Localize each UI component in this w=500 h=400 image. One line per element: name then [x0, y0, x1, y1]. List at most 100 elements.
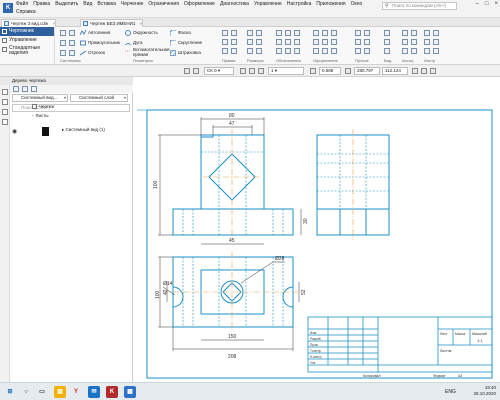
tab-drawing-unnamed[interactable]: Чертеж БЕЗ ИМЕНИ1 ×: [80, 19, 144, 27]
ribbon-tool-icon[interactable]: [247, 48, 253, 54]
cursor-y-field[interactable]: 112.124: [382, 67, 408, 75]
coord-system-select[interactable]: СК 0 ▾: [204, 67, 234, 75]
drawing-canvas[interactable]: 80 47 100 45 30 100 Ø28 Ø14 42 52 150 20…: [133, 77, 500, 382]
menu-file[interactable]: Файл: [16, 1, 28, 7]
ribbon-tool-icon[interactable]: [285, 39, 291, 45]
ribbon-tool-icon[interactable]: [247, 39, 253, 45]
ribbon-tool-icon[interactable]: [402, 48, 408, 54]
menu-diagnostics[interactable]: Диагностика: [220, 1, 249, 7]
zoom-fit-icon[interactable]: [421, 68, 427, 74]
mode-drafter[interactable]: Чертежник: [0, 27, 54, 36]
menu-constraints[interactable]: Ограничения: [148, 1, 178, 7]
ribbon-tool-icon[interactable]: [402, 30, 408, 36]
print-icon[interactable]: [69, 40, 75, 46]
ribbon-tool-icon[interactable]: [402, 39, 408, 45]
ribbon-tool-icon[interactable]: [424, 48, 430, 54]
ribbon-tool-icon[interactable]: [256, 30, 262, 36]
aux-line-button[interactable]: Вспомогательная прямая: [125, 47, 170, 57]
new-icon[interactable]: [60, 30, 66, 36]
layer-select[interactable]: 1 ▾: [268, 67, 304, 75]
search-icon[interactable]: ○: [20, 386, 32, 398]
ribbon-tool-icon[interactable]: [276, 39, 282, 45]
ribbon-tool-icon[interactable]: [355, 48, 361, 54]
save-icon[interactable]: [60, 40, 66, 46]
properties-icon[interactable]: [2, 109, 8, 115]
tree-item-drawing[interactable]: Чертеж: [32, 103, 54, 111]
arc-button[interactable]: Дуга: [125, 39, 142, 47]
menu-window[interactable]: Окно: [351, 1, 363, 7]
ribbon-tool-icon[interactable]: [384, 48, 390, 54]
menu-drawing[interactable]: Черчение: [121, 1, 144, 7]
ribbon-tool-icon[interactable]: [331, 39, 337, 45]
ribbon-tool-icon[interactable]: [364, 30, 370, 36]
filter-icon[interactable]: [13, 86, 19, 92]
zoom-icon[interactable]: [310, 68, 316, 74]
clock[interactable]: 19:40 28.10.2020: [473, 385, 496, 397]
ribbon-tool-icon[interactable]: [222, 30, 228, 36]
ribbon-tool-icon[interactable]: [247, 30, 253, 36]
ribbon-tool-icon[interactable]: [276, 48, 282, 54]
eye-icon[interactable]: ◉: [12, 128, 17, 135]
fillet-button[interactable]: Скругление: [170, 39, 202, 47]
tree-item-system-view[interactable]: ◉ ▸ Системный вид (1): [10, 126, 132, 137]
ribbon-tool-icon[interactable]: [285, 48, 291, 54]
windows-icon[interactable]: ⊞: [4, 386, 16, 398]
rectangle-button[interactable]: Прямоугольник: [80, 39, 120, 47]
circle-button[interactable]: Окружность: [125, 29, 158, 37]
ribbon-tool-icon[interactable]: [231, 30, 237, 36]
zoom-input[interactable]: 0.588: [319, 67, 341, 75]
menu-formatting[interactable]: Оформление: [184, 1, 215, 7]
ribbon-tool-icon[interactable]: [433, 39, 439, 45]
ribbon-tool-icon[interactable]: [411, 48, 417, 54]
layer-select[interactable]: Системный слой ▾: [70, 94, 128, 102]
library-icon[interactable]: [2, 119, 8, 125]
ribbon-tool-icon[interactable]: [411, 39, 417, 45]
expand-icon[interactable]: [31, 86, 37, 92]
mail-icon[interactable]: ✉: [88, 386, 100, 398]
yandex-icon[interactable]: Y: [70, 386, 82, 398]
ribbon-tool-icon[interactable]: [424, 39, 430, 45]
ribbon-tool-icon[interactable]: [384, 30, 390, 36]
ribbon-tool-icon[interactable]: [424, 30, 430, 36]
menu-settings[interactable]: Настройка: [287, 1, 312, 7]
minimize-button[interactable]: –: [476, 1, 479, 7]
redo-icon[interactable]: [69, 50, 75, 56]
mode-management[interactable]: Управление: [0, 36, 54, 45]
ribbon-tool-icon[interactable]: [222, 48, 228, 54]
kompas-icon[interactable]: K: [106, 386, 118, 398]
ribbon-tool-icon[interactable]: [322, 39, 328, 45]
menu-apps[interactable]: Приложения: [316, 1, 345, 7]
ribbon-tool-icon[interactable]: [285, 30, 291, 36]
layers-icon[interactable]: [258, 68, 264, 74]
ribbon-tool-icon[interactable]: [256, 48, 262, 54]
ribbon-tool-icon[interactable]: [433, 48, 439, 54]
app-logo-icon[interactable]: K: [3, 3, 13, 13]
task-view-icon[interactable]: ▭: [36, 386, 48, 398]
ribbon-tool-icon[interactable]: [294, 48, 300, 54]
menu-select[interactable]: Выделить: [55, 1, 78, 7]
ribbon-tool-icon[interactable]: [364, 39, 370, 45]
ortho-icon[interactable]: [240, 68, 246, 74]
ribbon-tool-icon[interactable]: [364, 48, 370, 54]
ribbon-tool-icon[interactable]: [322, 30, 328, 36]
segment-button[interactable]: Отрезок: [80, 49, 105, 57]
snap-icon[interactable]: [184, 68, 190, 74]
hatch-button[interactable]: Штриховка: [170, 49, 201, 57]
ribbon-tool-icon[interactable]: [276, 30, 282, 36]
open-icon[interactable]: [69, 30, 75, 36]
grid-icon[interactable]: [193, 68, 199, 74]
menu-help[interactable]: Справка: [16, 9, 36, 15]
close-tab-icon[interactable]: ×: [140, 21, 143, 26]
tab-drawing-3[interactable]: Чертеж 3 вид.cdw ×: [1, 19, 57, 27]
ribbon-tool-icon[interactable]: [313, 30, 319, 36]
menu-insert[interactable]: Вставка: [97, 1, 116, 7]
ribbon-tool-icon[interactable]: [355, 30, 361, 36]
chamfer-button[interactable]: Фаска: [170, 29, 191, 37]
cursor-x-field[interactable]: 280.797: [354, 67, 380, 75]
ribbon-tool-icon[interactable]: [355, 39, 361, 45]
sort-icon[interactable]: [22, 86, 28, 92]
close-tab-icon[interactable]: ×: [52, 21, 55, 26]
ribbon-tool-icon[interactable]: [294, 30, 300, 36]
tree-item-sheets[interactable]: › Листы: [32, 112, 49, 120]
ribbon-tool-icon[interactable]: [294, 39, 300, 45]
